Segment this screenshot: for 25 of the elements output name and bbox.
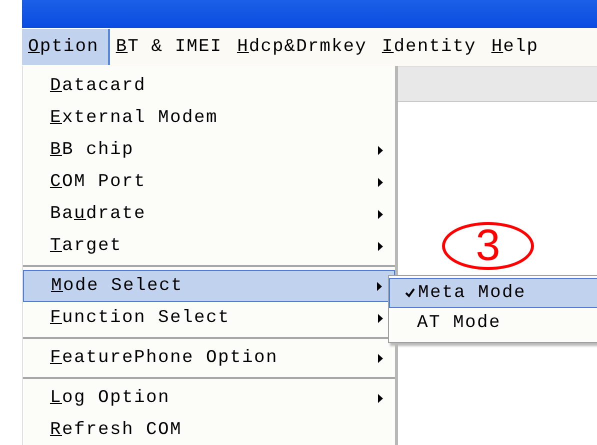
submenu-arrow-icon	[377, 282, 382, 290]
menu-item[interactable]: COM Port	[23, 166, 395, 198]
submenu-arrow-icon	[378, 354, 383, 362]
menu-item[interactable]: Target	[23, 230, 395, 262]
menu-item[interactable]: Hdcp&Drmkey	[231, 29, 376, 65]
submenu-arrow-icon	[378, 242, 383, 250]
menu-item[interactable]: Refresh COM	[23, 414, 395, 445]
menu-item[interactable]: I dentity	[376, 29, 486, 65]
submenu-arrow-icon	[378, 210, 383, 218]
menu-item[interactable]: External Modem	[23, 102, 395, 134]
menu-item[interactable]: FeaturePhone Option	[23, 342, 395, 374]
annotation-circle: 3	[442, 222, 534, 270]
submenu-arrow-icon	[378, 314, 383, 322]
menu-item[interactable]: Mode Select	[23, 270, 395, 302]
menu-item[interactable]: BB chip	[23, 134, 395, 166]
menu-item[interactable]: Baudrate	[23, 198, 395, 230]
submenu-arrow-icon	[378, 178, 383, 186]
menu-item[interactable]: Meta Mode	[389, 278, 597, 308]
menu-item[interactable]: Option	[22, 29, 110, 65]
submenu-arrow-icon	[378, 146, 383, 154]
menu-item[interactable]: Log Option	[23, 382, 395, 414]
menu-item[interactable]: Datacard	[23, 70, 395, 102]
menu-item[interactable]: BT & IMEI	[110, 29, 232, 65]
menu-item[interactable]: Help	[485, 29, 548, 65]
submenu-arrow-icon	[378, 394, 383, 402]
